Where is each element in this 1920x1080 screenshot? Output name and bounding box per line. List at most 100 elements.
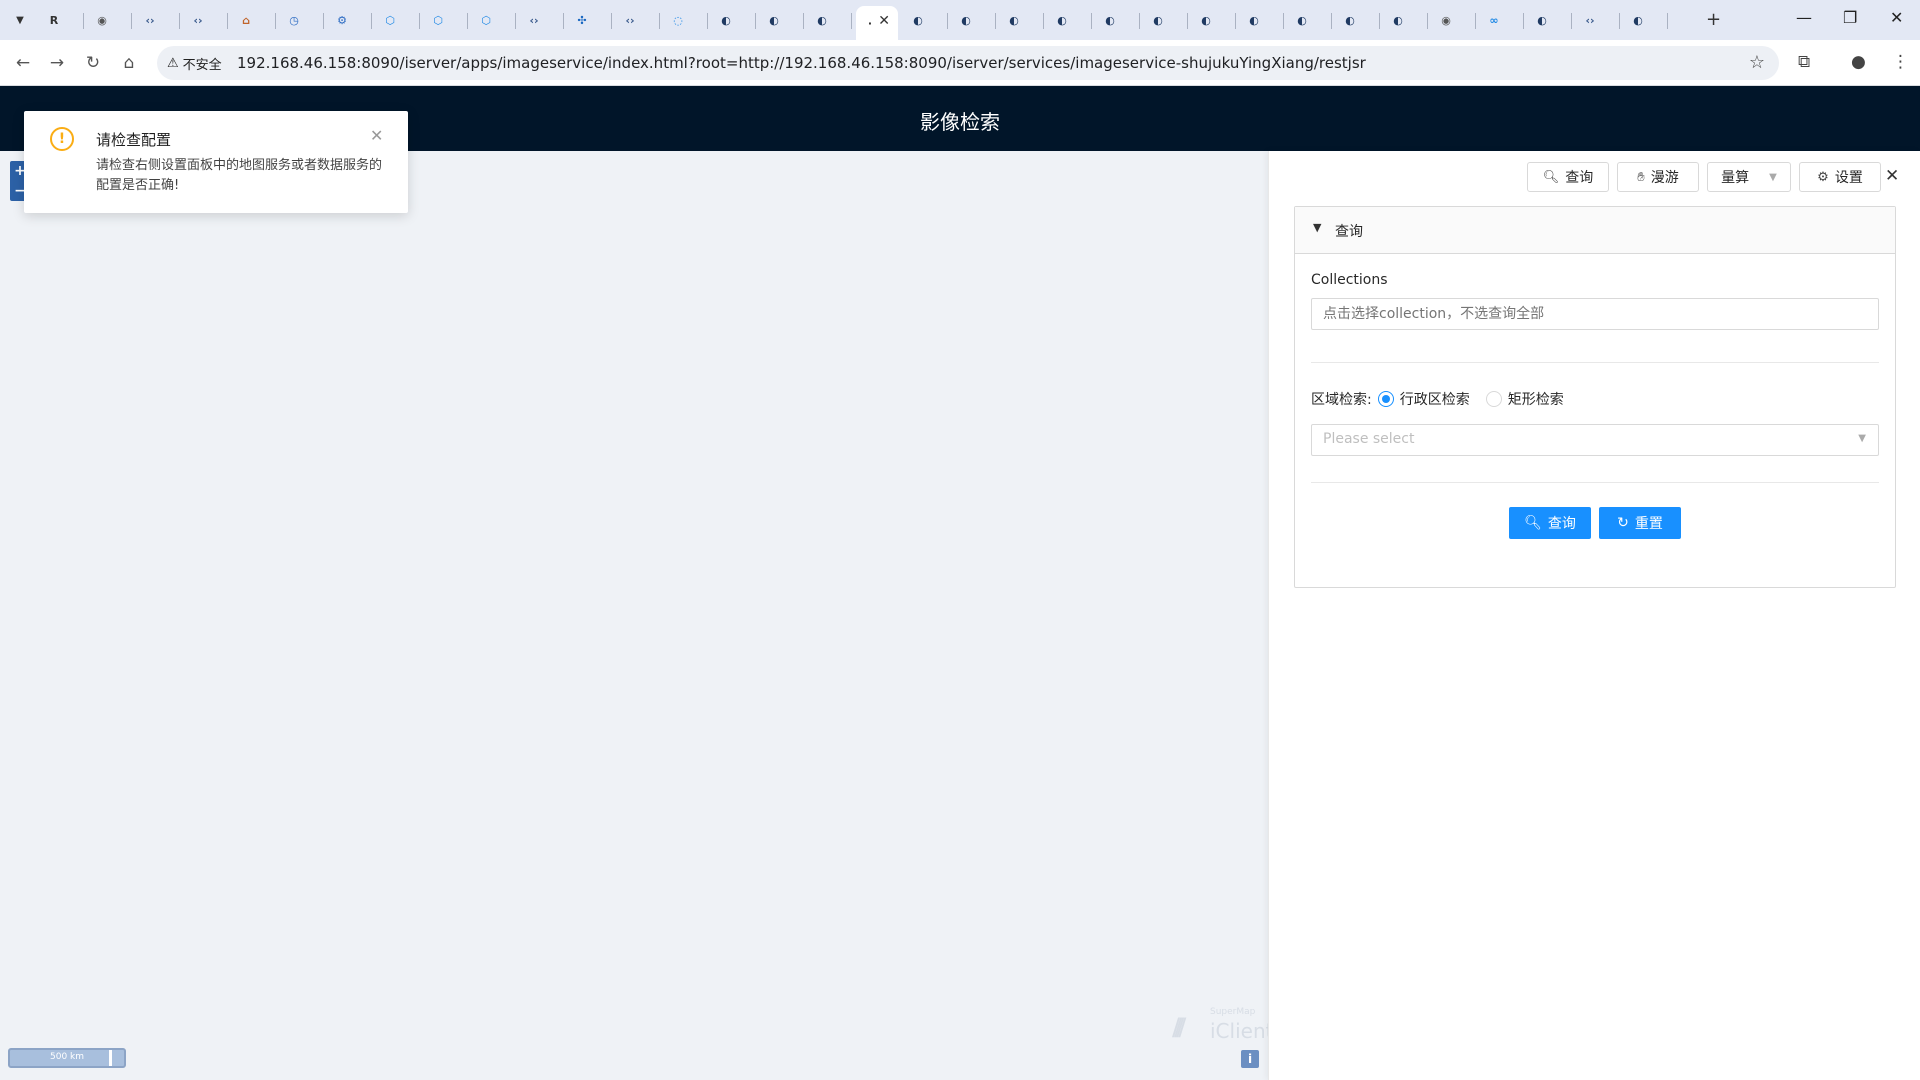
browser-tab[interactable]: ◐ — [904, 7, 948, 33]
hand-icon: ✋︎ — [1637, 169, 1645, 185]
supermap-icon: ◐ — [1201, 13, 1211, 27]
browser-tab[interactable]: ‹› — [136, 7, 180, 33]
map-view[interactable]: + − 500 km //// SuperMap iClient i — [0, 151, 1274, 1080]
pan-tool-button[interactable]: ✋︎ 漫游 — [1617, 162, 1699, 192]
divider — [1311, 362, 1879, 363]
browser-tab[interactable]: ◐ — [1528, 7, 1572, 33]
settings-button[interactable]: ⚙ 设置 — [1799, 162, 1881, 192]
gear-icon: ⚙ — [337, 13, 347, 27]
browser-tab[interactable]: ⬡ — [376, 7, 420, 33]
tab-search-button[interactable]: ▼ — [8, 8, 32, 32]
browser-tab[interactable]: ◐ — [808, 7, 852, 33]
new-tab-button[interactable]: + — [1706, 9, 1721, 30]
query-section-header[interactable]: ▼ 查询 — [1295, 207, 1895, 254]
browser-tab[interactable]: ⬡ — [424, 7, 468, 33]
back-icon[interactable]: ← — [12, 52, 34, 74]
home-icon[interactable]: ⌂ — [118, 52, 140, 74]
query-panel: 🔍︎ 查询 ✋︎ 漫游 量算 ▼ ⚙ 设置 ✕ ▼ 查询 Collections… — [1268, 151, 1920, 1080]
browser-tab[interactable]: ◐ — [1288, 7, 1332, 33]
region-select[interactable]: Please select ▼ — [1311, 424, 1879, 456]
house-icon: ⌂ — [242, 13, 250, 27]
browser-menu-icon[interactable]: ⋮ — [1892, 52, 1909, 72]
hex-icon: ⬡ — [481, 13, 491, 27]
collections-input[interactable] — [1311, 298, 1879, 330]
supermap-icon: ◐ — [817, 13, 827, 27]
browser-tab[interactable]: ‹› — [184, 7, 228, 33]
browser-tab[interactable]: ⬡ — [472, 7, 516, 33]
reset-button[interactable]: ↻ 重置 — [1599, 507, 1681, 539]
browser-tab-strip: ▼ R ◉ ‹› ‹› ⌂ ◷ ⚙ ⬡ ⬡ ⬡ ‹› ✣ ‹› ◌ ◐ ◐ ◐ · ✕ ◐ ◐ ◐ ◐ ◐ ◐ ◐ ◐ ◐ ◐ ◐ ◉ ∞ ◐ ‹… — [0, 0, 1920, 40]
browser-tab[interactable]: ◐ — [1096, 7, 1140, 33]
region-search-row: 区域检索: 行政区检索 矩形检索 — [1311, 388, 1580, 410]
browser-tab[interactable]: ◐ — [1048, 7, 1092, 33]
map-info-button[interactable]: i — [1241, 1050, 1259, 1068]
notification-description: 请检查右侧设置面板中的地图服务或者数据服务的配置是否正确! — [96, 158, 383, 193]
browser-tab[interactable]: ‹› — [1576, 7, 1620, 33]
minimize-icon[interactable]: — — [1796, 8, 1812, 27]
puzzle-icon: ✣ — [577, 13, 587, 27]
browser-tab[interactable]: ◐ — [1192, 7, 1236, 33]
search-icon: 🔍︎ — [1542, 169, 1560, 185]
config-warning-notification: ! 请检查配置 请检查右侧设置面板中的地图服务或者数据服务的配置是否正确! ✕ — [24, 111, 408, 213]
security-indicator[interactable]: ⚠ 不安全 — [167, 53, 222, 73]
reload-icon[interactable]: ↻ — [82, 52, 104, 74]
browser-tab[interactable]: ∞ — [1480, 7, 1524, 33]
browser-tab[interactable]: ◌ — [664, 7, 708, 33]
edge-icon: ◌ — [673, 13, 683, 27]
notification-close-icon[interactable]: ✕ — [370, 126, 383, 145]
browser-tab[interactable]: ◐ — [760, 7, 804, 33]
browser-tab[interactable]: ◐ — [1384, 7, 1428, 33]
hex-icon: ⬡ — [433, 13, 443, 27]
forward-icon[interactable]: → — [46, 52, 68, 74]
browser-tab[interactable]: ‹› — [616, 7, 660, 33]
browser-tab[interactable]: R — [40, 7, 84, 33]
browser-tab[interactable]: ◉ — [88, 7, 132, 33]
browser-tab[interactable]: · ✕ — [856, 6, 898, 40]
supermap-icon: ◐ — [1249, 13, 1259, 27]
browser-tab[interactable]: ✣ — [568, 7, 612, 33]
supermap-icon: ◐ — [1153, 13, 1163, 27]
browser-toolbar: ← → ↻ ⌂ ⚠ 不安全 192.168.46.158:8090/iserve… — [0, 40, 1920, 86]
supermap-logo: //// SuperMap iClient — [1172, 1007, 1274, 1043]
code-icon: ‹› — [145, 13, 155, 27]
supermap-icon: ◐ — [1057, 13, 1067, 27]
panel-close-icon[interactable]: ✕ — [1885, 166, 1899, 186]
search-icon: 🔍︎ — [1524, 515, 1542, 531]
browser-tab[interactable]: ◉ — [1432, 7, 1476, 33]
browser-tab[interactable]: ◐ — [1240, 7, 1284, 33]
bookmark-star-icon[interactable]: ☆ — [1749, 52, 1765, 73]
supermap-icon: ◐ — [1297, 13, 1307, 27]
supermap-icon: ◐ — [1633, 13, 1643, 27]
search-button[interactable]: 🔍︎ 查询 — [1509, 507, 1591, 539]
code-icon: ‹› — [529, 13, 539, 27]
window-close-icon[interactable]: ✕ — [1890, 8, 1903, 27]
supermap-icon: ◐ — [913, 13, 923, 27]
profile-avatar-icon[interactable]: ● — [1851, 52, 1866, 72]
browser-tab[interactable]: ◐ — [1624, 7, 1668, 33]
browser-tab[interactable]: ⚙ — [328, 7, 372, 33]
query-tool-button[interactable]: 🔍︎ 查询 — [1527, 162, 1609, 192]
code-icon: ‹› — [1585, 13, 1595, 27]
browser-tab[interactable]: ◐ — [952, 7, 996, 33]
browser-tab[interactable]: ◐ — [712, 7, 756, 33]
browser-tab[interactable]: ‹› — [520, 7, 564, 33]
url-text[interactable]: 192.168.46.158:8090/iserver/apps/imagese… — [237, 54, 1366, 72]
query-section: ▼ 查询 Collections 区域检索: 行政区检索 矩形检索 Please… — [1294, 206, 1896, 588]
measure-dropdown[interactable]: 量算 ▼ — [1707, 162, 1791, 192]
browser-tab[interactable]: ⌂ — [232, 7, 276, 33]
tab-close-icon[interactable]: ✕ — [878, 13, 890, 29]
radio-admin-region[interactable]: 行政区检索 — [1377, 389, 1470, 409]
collections-label: Collections — [1311, 272, 1388, 288]
browser-tab[interactable]: ◷ — [280, 7, 324, 33]
exclamation-circle-icon: ! — [50, 127, 74, 151]
supermap-icon: ◐ — [1537, 13, 1547, 27]
radio-rectangle[interactable]: 矩形检索 — [1485, 389, 1564, 409]
extensions-icon[interactable]: ⧉ — [1798, 52, 1810, 72]
address-bar[interactable]: ⚠ 不安全 192.168.46.158:8090/iserver/apps/i… — [157, 46, 1779, 80]
hex-icon: ⬡ — [385, 13, 395, 27]
browser-tab[interactable]: ◐ — [1000, 7, 1044, 33]
browser-tab[interactable]: ◐ — [1336, 7, 1380, 33]
warning-triangle-icon: ⚠ — [167, 55, 179, 71]
browser-tab[interactable]: ◐ — [1144, 7, 1188, 33]
restore-icon[interactable]: ❐ — [1843, 8, 1857, 27]
